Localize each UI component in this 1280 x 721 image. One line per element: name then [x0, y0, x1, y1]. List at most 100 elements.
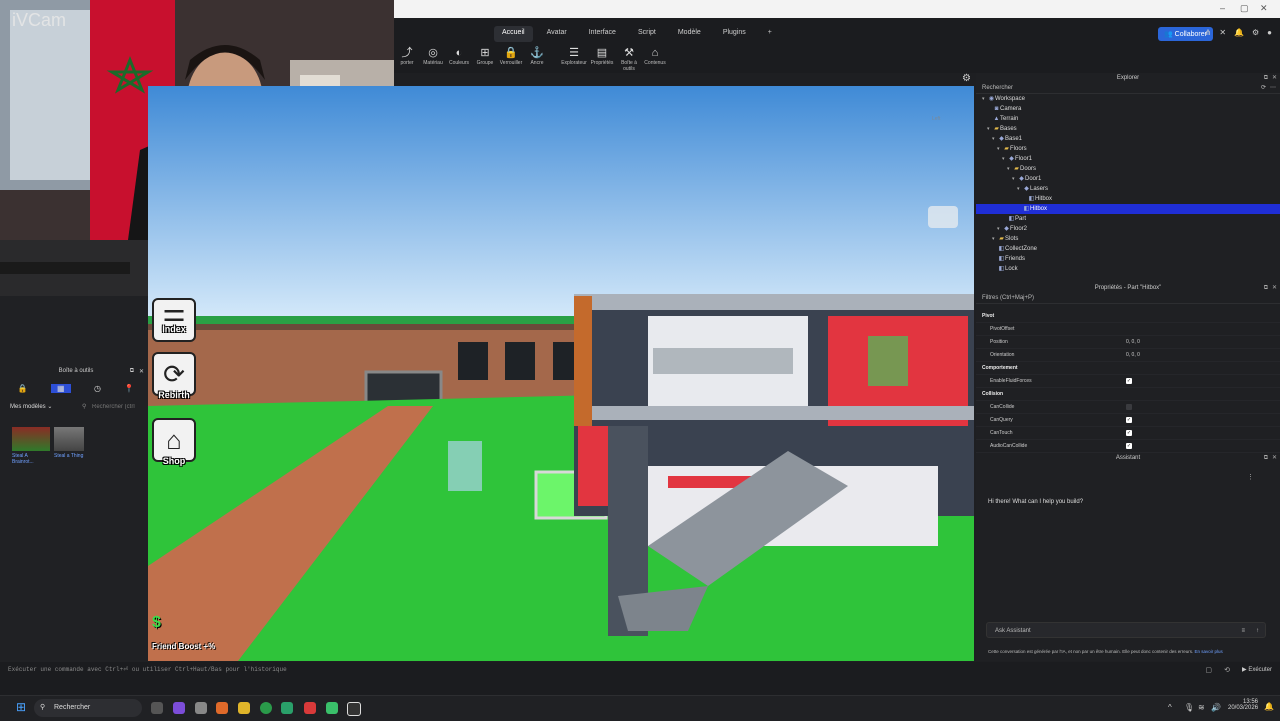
property-checkbox[interactable]: ✓ — [1126, 443, 1132, 449]
tree-item-workspace[interactable]: ▾ ◉Workspace — [976, 94, 1280, 104]
volume-icon[interactable]: 🔊 — [1211, 703, 1221, 712]
tree-item-slots[interactable]: ▾ ▰Slots — [976, 234, 1280, 244]
undock-icon[interactable]: ⧉ — [1264, 73, 1268, 83]
send-icon[interactable]: ↑ — [1256, 623, 1259, 639]
creations-icon[interactable]: 📍 — [124, 384, 134, 393]
tree-item-doors[interactable]: ▾ ▰Doors — [976, 164, 1280, 174]
index-button[interactable]: ☰ — [152, 298, 196, 342]
notifications-icon[interactable]: 🔔 — [1234, 28, 1244, 37]
property-category[interactable]: Comportement — [976, 362, 1280, 375]
properties-tool[interactable]: ▤ Propriétés — [588, 46, 616, 72]
toolbox-item[interactable]: Steal a Thing — [54, 427, 92, 459]
tab-avatar[interactable]: Avatar — [539, 26, 575, 42]
task-view-icon[interactable] — [151, 702, 163, 714]
group-tool[interactable]: ⊞ Groupe — [472, 46, 498, 72]
tree-item-bases[interactable]: ▾ ▰Bases — [976, 124, 1280, 134]
options-icon[interactable]: ≡ — [1241, 623, 1245, 639]
tab-script[interactable]: Script — [630, 26, 664, 42]
property-row[interactable]: CanTouch ✓ — [976, 427, 1280, 440]
explorer-search[interactable]: Rechercher ⟳ ⋯ — [976, 83, 1280, 94]
property-category[interactable]: Collision — [976, 388, 1280, 401]
property-category[interactable]: Pivot — [976, 310, 1280, 323]
property-row[interactable]: CanCollide — [976, 401, 1280, 414]
color-tool[interactable]: ◐ Couleurs — [446, 46, 472, 72]
run-command-button[interactable]: ▶ Exécuter — [1242, 666, 1272, 673]
tree-item-collectzone[interactable]: ◧CollectZone — [976, 244, 1280, 254]
lock-tool[interactable]: 🔒 Verrouiller — [498, 46, 524, 72]
history-icon[interactable]: ⟲ — [1224, 666, 1230, 674]
ask-assistant-input[interactable]: Ask Assistant ≡ ↑ — [986, 622, 1266, 638]
anchor-tool[interactable]: ⚓ Ancre — [524, 46, 550, 72]
bookmark-icon[interactable]: ▢ — [1205, 666, 1212, 674]
toolbox-tool[interactable]: ⚒ Boîte à outils — [616, 46, 642, 72]
toolbox-search-input[interactable] — [92, 401, 144, 413]
app-icon[interactable] — [326, 702, 338, 714]
property-checkbox[interactable]: ✓ — [1126, 417, 1132, 423]
tree-item-lasers[interactable]: ▾ ◆Lasers — [976, 184, 1280, 194]
tree-item-hitbox[interactable]: ◧Hitbox — [976, 204, 1280, 214]
properties-filter[interactable]: Filtres (Ctrl+Maj+P) — [976, 293, 1280, 304]
tree-item-floor2[interactable]: ▾ ◆Floor2 — [976, 224, 1280, 234]
property-value[interactable]: 0, 0, 0 — [1126, 336, 1140, 348]
learn-more-link[interactable]: En savoir plus — [1195, 649, 1223, 654]
wifi-icon[interactable]: ≋ — [1198, 703, 1205, 712]
property-checkbox[interactable]: ✓ — [1126, 378, 1132, 384]
cross-tool-icon[interactable]: ✕ — [1219, 28, 1226, 37]
property-row[interactable]: EnableFluidForces ✓ — [976, 375, 1280, 388]
property-row[interactable]: AudioCanCollide ✓ — [976, 440, 1280, 453]
property-checkbox[interactable] — [1126, 404, 1132, 410]
tree-item-friends[interactable]: ◧Friends — [976, 254, 1280, 264]
add-tab-button[interactable]: + — [760, 26, 780, 42]
app-icon[interactable] — [304, 702, 316, 714]
tree-item-lock[interactable]: ◧Lock — [976, 264, 1280, 274]
taskbar-search[interactable]: ⚲ Rechercher — [34, 699, 142, 717]
notifications-icon[interactable]: 🔔 — [1264, 702, 1274, 711]
marketplace-icon[interactable]: ▦ — [51, 384, 71, 393]
toolbox-item[interactable]: Steal A Brainrot... — [12, 427, 50, 465]
assistant-menu-icon[interactable]: ⋮ — [1247, 473, 1254, 481]
property-row[interactable]: Position 0, 0, 0 — [976, 336, 1280, 349]
property-row[interactable]: PivotOffset — [976, 323, 1280, 336]
undock-icon[interactable]: ⧉ — [1264, 283, 1268, 293]
share-icon[interactable]: ⋔ — [1205, 28, 1212, 37]
close-explorer-icon[interactable]: ✕ — [1272, 73, 1277, 83]
settings-app-icon[interactable] — [195, 702, 207, 714]
minimize-icon[interactable]: – — [1220, 3, 1225, 13]
app-icon[interactable] — [281, 702, 293, 714]
tree-item-part[interactable]: ◧Part — [976, 214, 1280, 224]
roblox-studio-icon[interactable] — [347, 702, 361, 716]
windows-start-icon[interactable]: ⊞ — [16, 700, 26, 714]
close-toolbox-icon[interactable]: ✕ — [139, 368, 144, 375]
browser-icon[interactable] — [216, 702, 228, 714]
more-icon[interactable]: ⋯ — [1270, 83, 1276, 93]
viewport-settings-icon[interactable]: ⚙ — [962, 73, 971, 84]
settings-icon[interactable]: ⚙ — [1252, 28, 1259, 37]
explorer-tool[interactable]: ☰ Explorateur — [560, 46, 588, 72]
close-assistant-icon[interactable]: ✕ — [1272, 453, 1277, 463]
tree-item-door1[interactable]: ▾ ◆Door1 — [976, 174, 1280, 184]
tree-item-floors[interactable]: ▾ ▰Floors — [976, 144, 1280, 154]
tree-item-hitbox[interactable]: ◧Hitbox — [976, 194, 1280, 204]
tree-item-camera[interactable]: ◙ Camera — [976, 104, 1280, 114]
maximize-icon[interactable]: ▢ — [1240, 3, 1249, 14]
close-properties-icon[interactable]: ✕ — [1272, 283, 1277, 293]
export-tool[interactable]: ⤴ porter — [394, 46, 420, 72]
app-icon[interactable] — [173, 702, 185, 714]
models-dropdown[interactable]: Mes modèles ⌄ — [10, 403, 52, 410]
file-explorer-icon[interactable] — [238, 702, 250, 714]
undock-icon[interactable]: ⧉ — [130, 368, 134, 375]
recent-icon[interactable]: ◷ — [94, 384, 101, 393]
tab-interface[interactable]: Interface — [581, 26, 624, 42]
tree-item-floor1[interactable]: ▾ ◆Floor1 — [976, 154, 1280, 164]
microphone-icon[interactable]: 🎙 — [1184, 703, 1194, 712]
property-value[interactable]: 0, 0, 0 — [1126, 349, 1140, 361]
tab-modele[interactable]: Modèle — [670, 26, 709, 42]
undock-icon[interactable]: ⧉ — [1264, 453, 1268, 463]
property-row[interactable]: CanQuery ✓ — [976, 414, 1280, 427]
tree-item-base1[interactable]: ▾ ◆Base1 — [976, 134, 1280, 144]
refresh-icon[interactable]: ⟳ — [1261, 83, 1266, 93]
material-tool[interactable]: ◎ Matériau — [420, 46, 446, 72]
tree-item-terrain[interactable]: ▲Terrain — [976, 114, 1280, 124]
command-input[interactable]: Exécuter une commande avec Ctrl+⏎ ou uti… — [8, 666, 287, 673]
view-cube[interactable]: Left — [932, 116, 940, 122]
